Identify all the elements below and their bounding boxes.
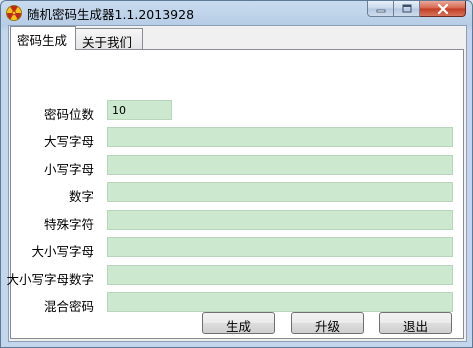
tab-panel: 密码位数 10 大写字母 小写字母 数字 特殊字符 大小写字母 大小写字母数字 … bbox=[6, 49, 464, 339]
maximize-button[interactable] bbox=[394, 1, 420, 17]
generate-button[interactable]: 生成 bbox=[202, 312, 275, 334]
upgrade-button[interactable]: 升级 bbox=[291, 312, 364, 334]
exit-button[interactable]: 退出 bbox=[379, 312, 452, 334]
tab-label: 密码生成 bbox=[17, 33, 68, 48]
digits-output[interactable] bbox=[107, 182, 453, 202]
minimize-button[interactable] bbox=[367, 1, 394, 17]
minimize-icon bbox=[376, 9, 385, 12]
mixed-password-output[interactable] bbox=[107, 292, 453, 312]
mixed-case-output[interactable] bbox=[107, 237, 453, 257]
lowercase-label: 小写字母 bbox=[43, 162, 94, 177]
window-title: 随机密码生成器1.1.2013928 bbox=[27, 7, 195, 22]
radiation-icon bbox=[6, 5, 22, 21]
password-length-label: 密码位数 bbox=[43, 107, 94, 122]
close-button[interactable] bbox=[420, 1, 466, 17]
special-chars-label: 特殊字符 bbox=[43, 217, 94, 232]
app-window: 随机密码生成器1.1.2013928 密码生成 关于我们 密码位数 10 大写字… bbox=[0, 0, 473, 348]
maximize-icon bbox=[402, 4, 411, 13]
mixed-case-digits-output[interactable] bbox=[107, 265, 453, 285]
mixed-password-label: 混合密码 bbox=[43, 299, 94, 314]
tab-label: 关于我们 bbox=[82, 35, 133, 50]
mixed-case-digits-label: 大小写字母数字 bbox=[6, 272, 94, 287]
digits-label: 数字 bbox=[68, 189, 94, 204]
client-area: 密码生成 关于我们 密码位数 10 大写字母 小写字母 数字 特殊字符 大小写字… bbox=[6, 25, 467, 342]
title-bar[interactable]: 随机密码生成器1.1.2013928 bbox=[1, 1, 472, 25]
tab-password-generate[interactable]: 密码生成 bbox=[10, 26, 76, 50]
password-length-input[interactable]: 10 bbox=[107, 100, 172, 120]
uppercase-output[interactable] bbox=[107, 127, 453, 147]
special-chars-output[interactable] bbox=[107, 210, 453, 230]
uppercase-label: 大写字母 bbox=[43, 134, 94, 149]
mixed-case-label: 大小写字母 bbox=[31, 244, 94, 259]
lowercase-output[interactable] bbox=[107, 155, 453, 175]
tab-about-us[interactable]: 关于我们 bbox=[75, 28, 143, 50]
close-icon bbox=[437, 3, 448, 14]
